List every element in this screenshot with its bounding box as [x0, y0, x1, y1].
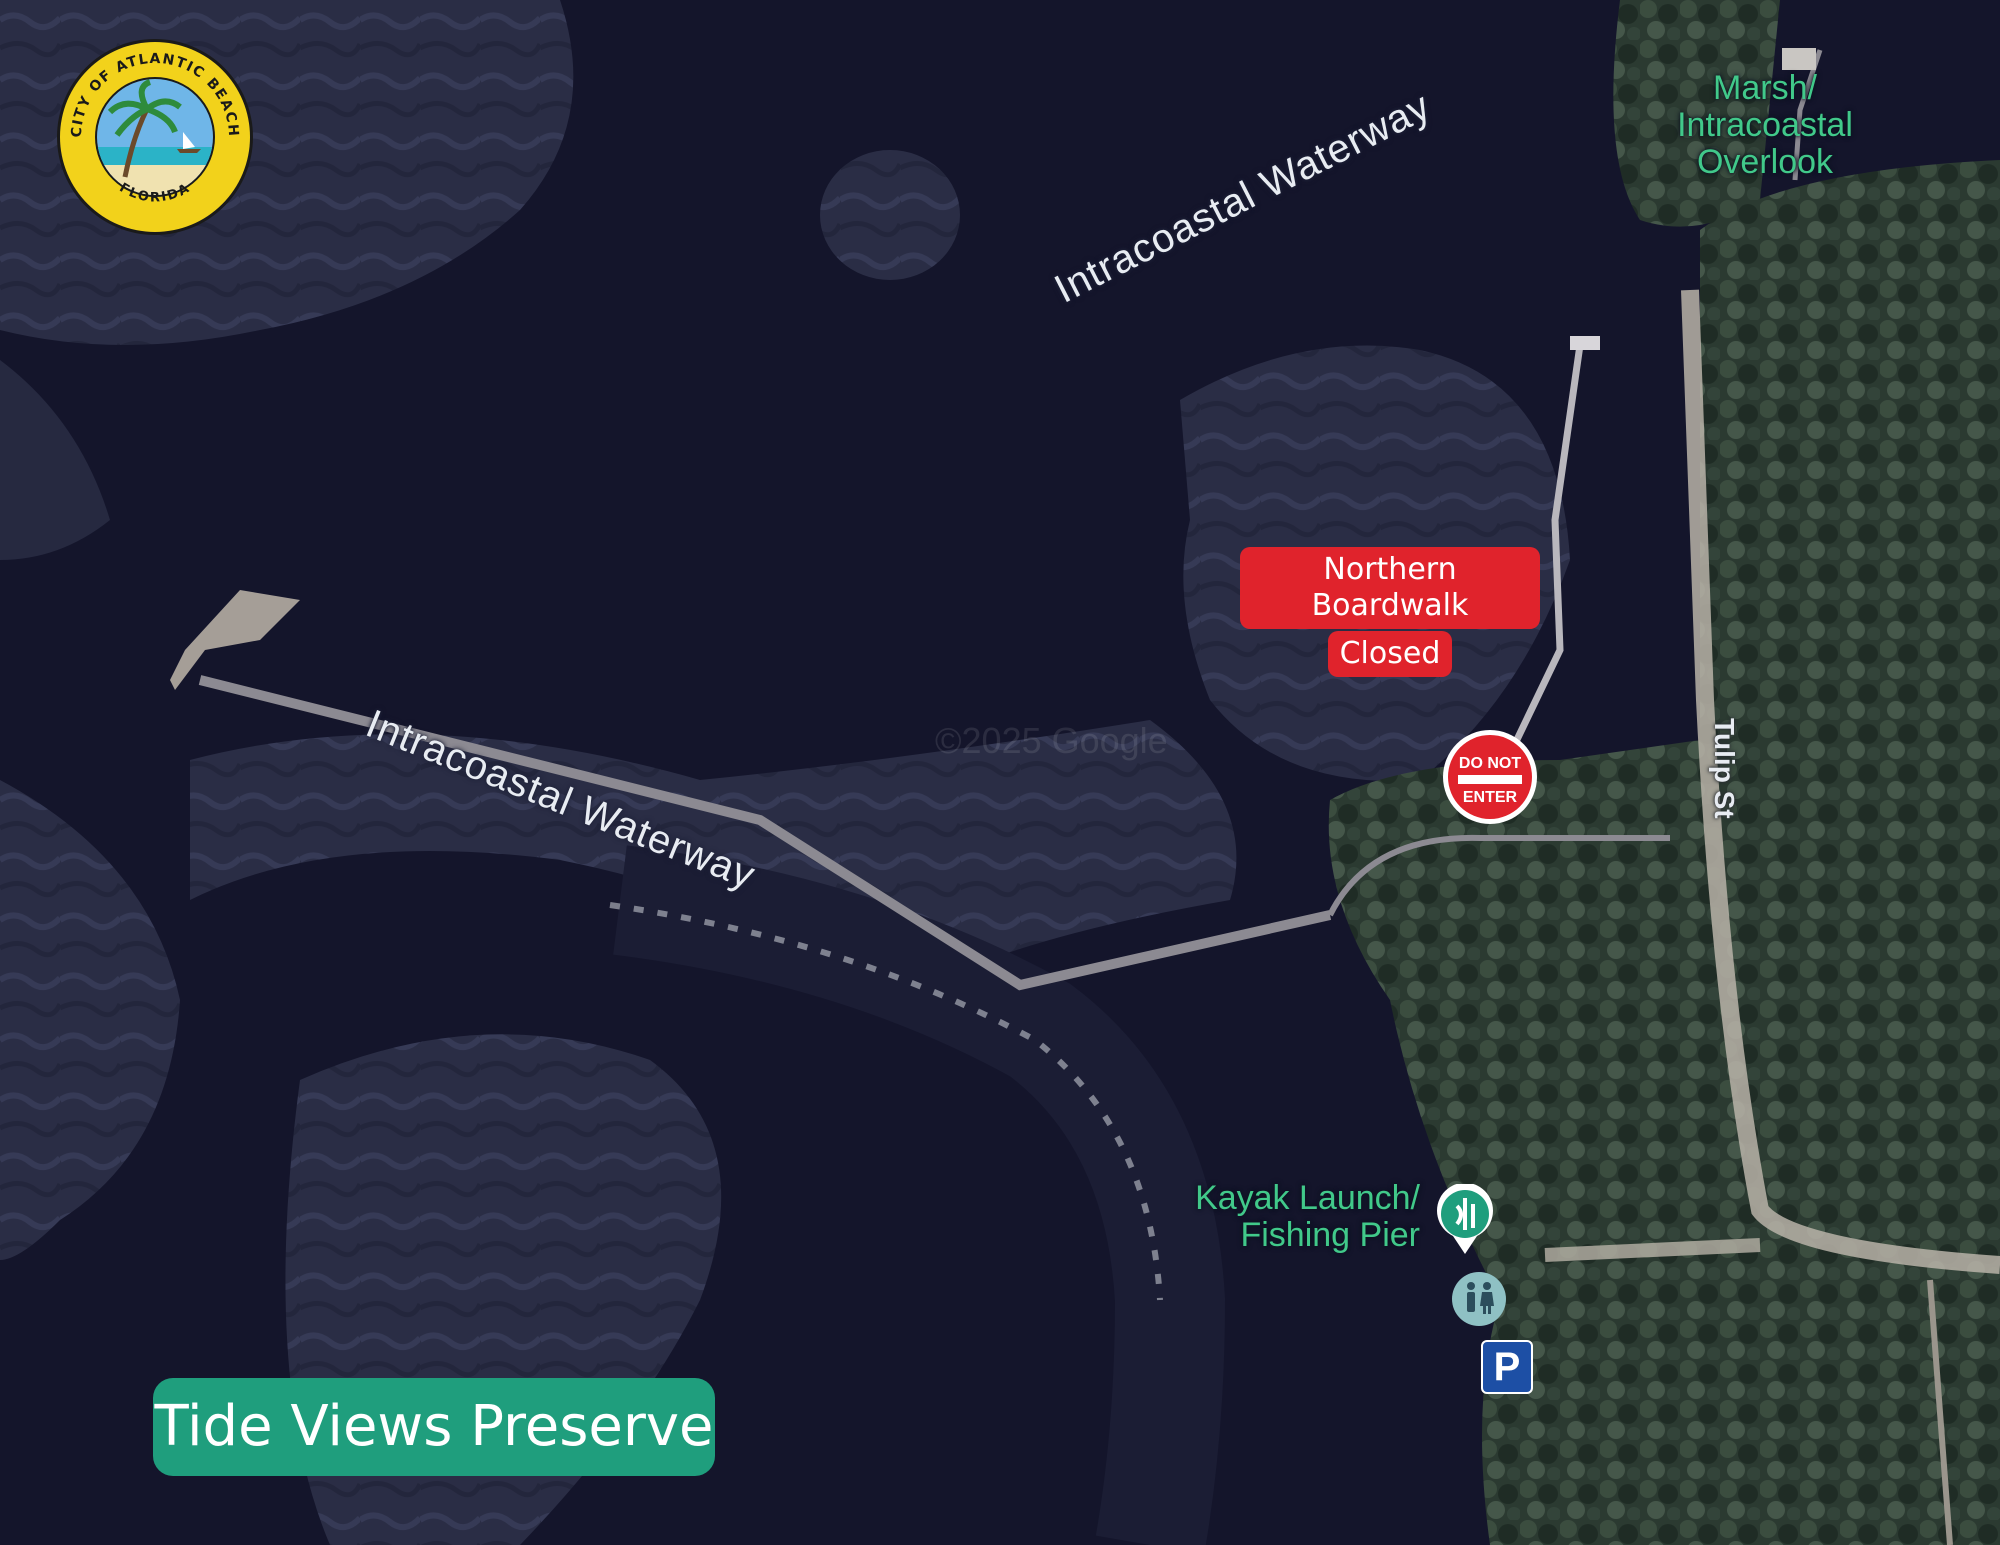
city-seal-logo: CITY OF ATLANTIC BEACH FLORIDA	[57, 39, 253, 235]
preserve-title-badge: Tide Views Preserve	[153, 1378, 715, 1476]
restroom-icon[interactable]	[1452, 1272, 1506, 1326]
access-road	[1544, 1238, 1761, 1262]
closure-line-1: Northern Boardwalk	[1240, 547, 1540, 629]
overlook-platform	[1570, 336, 1600, 350]
poi-label-kayak-launch: Kayak Launch/ Fishing Pier	[1195, 1179, 1420, 1254]
satellite-imagery	[0, 0, 2000, 1545]
marsh-islet	[820, 150, 960, 280]
map-view[interactable]: Intracoastal Waterway Intracoastal Water…	[0, 0, 2000, 1545]
street-label-tulip: Tulip St	[1709, 718, 1740, 819]
map-watermark: ©2025 Google	[935, 720, 1168, 761]
do-not-enter-sign-icon: DO NOT ENTER	[1443, 730, 1537, 824]
closure-notice: Northern Boardwalk Closed	[1240, 547, 1540, 677]
kayak-launch-pin-icon[interactable]	[1435, 1184, 1495, 1256]
poi-label-marsh-overlook: Marsh/ Intracoastal Overlook	[1677, 69, 1853, 181]
dne-top-text: DO NOT	[1458, 755, 1522, 772]
closure-line-2: Closed	[1327, 631, 1453, 677]
parking-icon[interactable]: P	[1481, 1340, 1533, 1394]
dne-bottom-text: ENTER	[1462, 789, 1518, 806]
